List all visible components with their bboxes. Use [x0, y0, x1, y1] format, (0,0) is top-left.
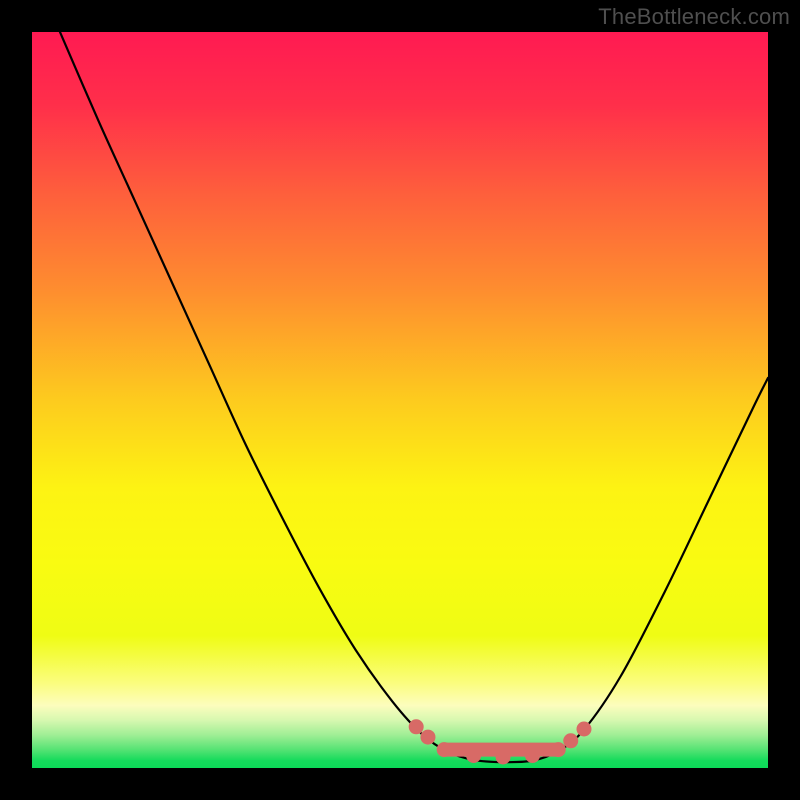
watermark-label: TheBottleneck.com	[598, 4, 790, 30]
chart-container: { "watermark": "TheBottleneck.com", "cha…	[0, 0, 800, 800]
gradient-background	[32, 32, 768, 768]
bottleneck-chart	[0, 0, 800, 800]
